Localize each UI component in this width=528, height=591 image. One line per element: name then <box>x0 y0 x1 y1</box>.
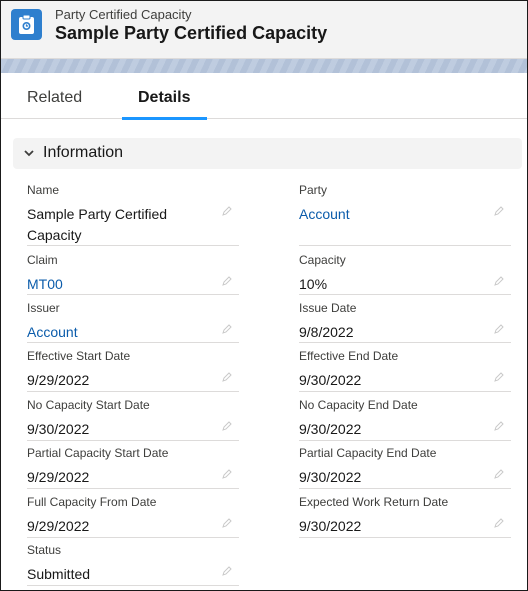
field-issue-date: Issue Date 9/8/2022 <box>299 301 511 343</box>
pencil-icon[interactable] <box>493 205 505 217</box>
field-issuer: Issuer Account <box>27 301 239 343</box>
field-divider <box>299 342 511 343</box>
field-divider <box>299 488 511 489</box>
pencil-icon[interactable] <box>221 323 233 335</box>
field-divider <box>299 537 511 538</box>
object-type-label: Party Certified Capacity <box>55 7 192 22</box>
record-header: Party Certified Capacity Sample Party Ce… <box>1 1 527 59</box>
field-party: Party Account <box>299 183 511 246</box>
section-title: Information <box>43 144 124 161</box>
pencil-icon[interactable] <box>221 371 233 383</box>
chevron-down-icon <box>24 150 34 157</box>
field-label: Claim <box>27 253 58 267</box>
field-label: Effective Start Date <box>27 349 131 363</box>
field-value: 9/30/2022 <box>27 421 90 437</box>
pencil-icon[interactable] <box>493 323 505 335</box>
field-no-capacity-start: No Capacity Start Date 9/30/2022 <box>27 398 239 441</box>
field-label: No Capacity End Date <box>299 398 418 412</box>
field-divider <box>299 391 511 392</box>
field-value: 9/29/2022 <box>27 372 90 388</box>
active-tab-indicator <box>122 117 207 120</box>
pencil-icon[interactable] <box>493 420 505 432</box>
claim-link[interactable]: MT00 <box>27 274 202 295</box>
pencil-icon[interactable] <box>221 565 233 577</box>
pencil-icon[interactable] <box>493 468 505 480</box>
field-value: 9/29/2022 <box>27 518 90 534</box>
field-value: 9/30/2022 <box>299 518 362 534</box>
field-value: 9/30/2022 <box>299 421 362 437</box>
field-value: 9/30/2022 <box>299 372 362 388</box>
field-divider <box>299 440 511 441</box>
field-label: Effective End Date <box>299 349 399 363</box>
pencil-icon[interactable] <box>221 275 233 287</box>
field-divider <box>299 245 511 246</box>
field-divider <box>27 391 239 392</box>
field-claim: Claim MT00 <box>27 253 239 295</box>
field-label: Issuer <box>27 301 60 315</box>
pencil-icon[interactable] <box>221 420 233 432</box>
pencil-icon[interactable] <box>493 371 505 383</box>
record-page: Party Certified Capacity Sample Party Ce… <box>0 0 528 591</box>
field-label: Partial Capacity Start Date <box>27 446 169 460</box>
pencil-icon[interactable] <box>493 517 505 529</box>
section-information-header[interactable]: Information <box>13 138 522 169</box>
field-value: 9/29/2022 <box>27 469 90 485</box>
field-divider <box>27 294 239 295</box>
field-value: Sample Party Certified Capacity <box>27 206 168 243</box>
field-divider <box>27 245 239 246</box>
field-status: Status Submitted <box>27 543 239 586</box>
field-value: 9/8/2022 <box>299 324 354 340</box>
field-divider <box>27 537 239 538</box>
field-full-capacity-from: Full Capacity From Date 9/29/2022 <box>27 495 239 538</box>
field-no-capacity-end: No Capacity End Date 9/30/2022 <box>299 398 511 441</box>
issuer-link[interactable]: Account <box>27 322 202 343</box>
party-link[interactable]: Account <box>299 204 474 225</box>
pencil-icon[interactable] <box>221 205 233 217</box>
field-label: No Capacity Start Date <box>27 398 150 412</box>
field-effective-end: Effective End Date 9/30/2022 <box>299 349 511 392</box>
field-divider <box>27 440 239 441</box>
field-label: Issue Date <box>299 301 357 315</box>
pencil-icon[interactable] <box>221 517 233 529</box>
record-title: Sample Party Certified Capacity <box>55 23 328 43</box>
clipboard-icon <box>11 9 42 40</box>
pencil-icon[interactable] <box>493 275 505 287</box>
field-name: Name Sample Party Certified Capacity <box>27 183 239 246</box>
field-divider <box>27 342 239 343</box>
field-value: 10% <box>299 276 328 292</box>
tab-details[interactable]: Details <box>138 89 190 107</box>
header-decorative-band <box>1 59 527 73</box>
pencil-icon[interactable] <box>221 468 233 480</box>
field-label: Full Capacity From Date <box>27 495 157 509</box>
field-divider <box>27 488 239 489</box>
field-partial-capacity-start: Partial Capacity Start Date 9/29/2022 <box>27 446 239 489</box>
field-divider <box>299 294 511 295</box>
field-label: Partial Capacity End Date <box>299 446 437 460</box>
field-label: Name <box>27 183 60 197</box>
field-capacity: Capacity 10% <box>299 253 511 295</box>
tab-bar: Related Details <box>1 73 527 120</box>
field-divider <box>27 585 239 586</box>
field-label: Expected Work Return Date <box>299 495 449 509</box>
field-label: Party <box>299 183 328 197</box>
field-label: Capacity <box>299 253 346 267</box>
tab-related[interactable]: Related <box>27 89 82 107</box>
field-label: Status <box>27 543 62 557</box>
field-value: 9/30/2022 <box>299 469 362 485</box>
field-effective-start: Effective Start Date 9/29/2022 <box>27 349 239 392</box>
field-expected-work-return: Expected Work Return Date 9/30/2022 <box>299 495 511 538</box>
field-partial-capacity-end: Partial Capacity End Date 9/30/2022 <box>299 446 511 489</box>
field-value: Submitted <box>27 566 91 582</box>
